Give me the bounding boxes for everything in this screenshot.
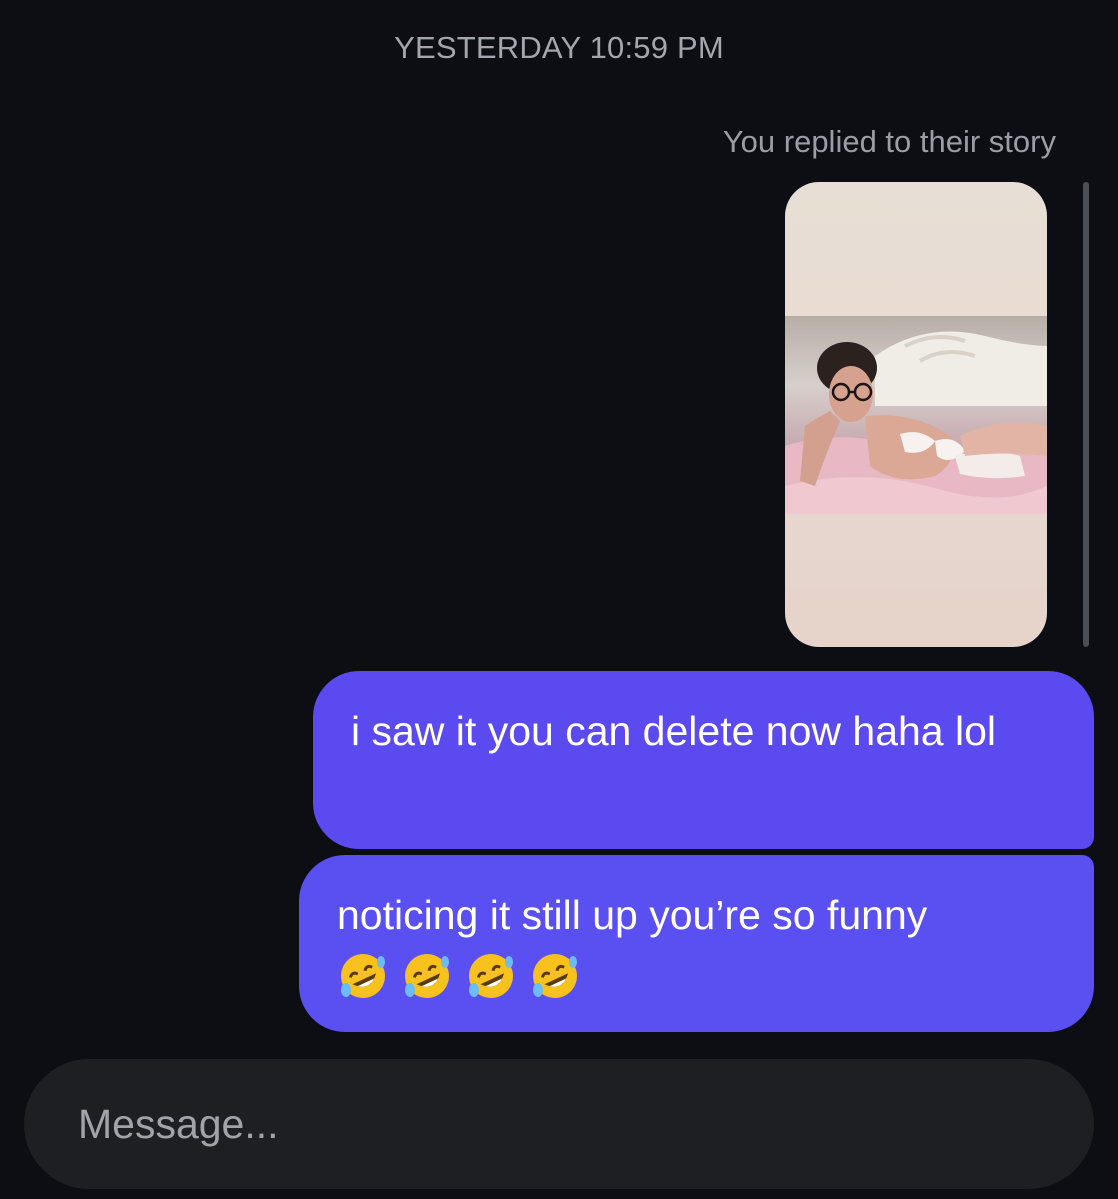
story-photo-illustration <box>785 331 1047 514</box>
message-composer[interactable] <box>24 1059 1094 1189</box>
message-text: i saw it you can delete now haha lol <box>351 708 997 754</box>
emoji-row <box>337 950 1054 1002</box>
message-input[interactable] <box>76 1099 980 1149</box>
rolling-laughing-emoji-icon <box>533 954 577 998</box>
message-bubble[interactable]: noticing it still up you’re so funny <box>299 855 1094 1032</box>
chat-screen: YESTERDAY 10:59 PM You replied to their … <box>0 0 1118 1199</box>
story-photo <box>785 316 1047 514</box>
story-reply-thumbnail[interactable] <box>785 182 1047 647</box>
scrollbar[interactable] <box>1083 182 1089 647</box>
rolling-laughing-emoji-icon <box>341 954 385 998</box>
message-bubble[interactable]: i saw it you can delete now haha lol <box>313 671 1094 849</box>
message-text: noticing it still up you’re so funny <box>337 892 928 938</box>
story-reply-label: You replied to their story <box>722 124 1056 159</box>
rolling-laughing-emoji-icon <box>469 954 513 998</box>
message-timestamp: YESTERDAY 10:59 PM <box>394 30 724 65</box>
rolling-laughing-emoji-icon <box>405 954 449 998</box>
